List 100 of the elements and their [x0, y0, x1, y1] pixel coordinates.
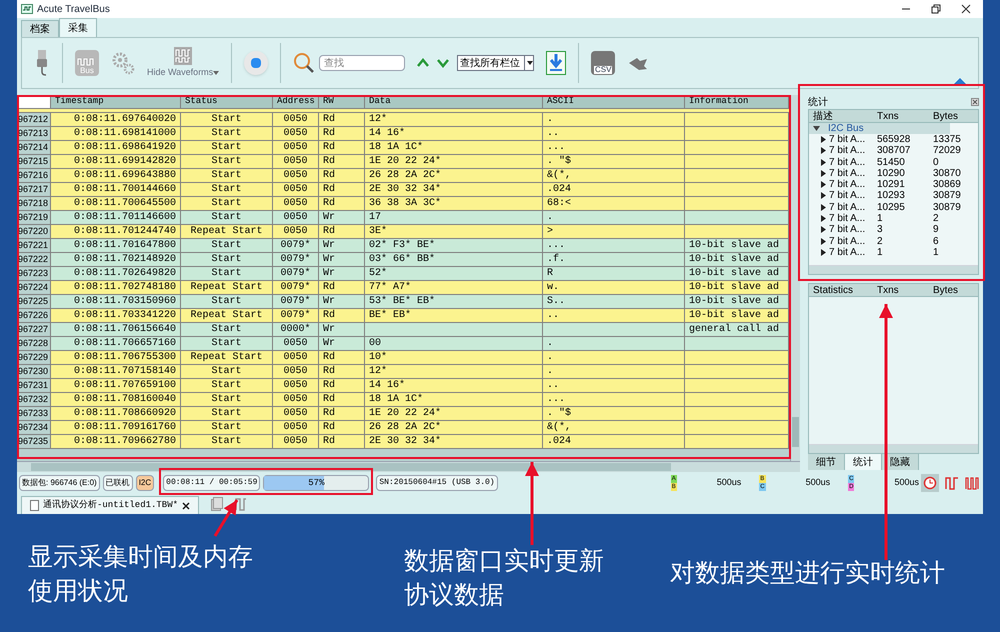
search-icon[interactable] — [293, 52, 316, 74]
restore-icon[interactable] — [931, 4, 941, 14]
column-header[interactable]: Bytes — [929, 110, 967, 122]
usb-plug-icon[interactable] — [34, 49, 50, 77]
close-icon[interactable] — [182, 502, 190, 510]
panel-tab[interactable]: 统计 — [845, 454, 882, 470]
table-cell: 0079* — [273, 281, 319, 294]
tree-item[interactable]: 7 bit A... — [829, 202, 873, 214]
table-cell: > — [543, 225, 685, 238]
table-cell: &(*, — [543, 421, 685, 434]
table-cell: 0:08:11.706755300 — [51, 351, 181, 364]
column-header[interactable]: Address — [273, 95, 319, 108]
cursor-interval: 500us — [806, 476, 830, 490]
pulse-icon[interactable] — [945, 476, 959, 490]
clock-icon[interactable] — [921, 474, 939, 492]
document-list-icon[interactable] — [211, 497, 224, 511]
table-cell: 0050 — [273, 155, 319, 168]
row-number: 967230 — [17, 365, 51, 378]
close-icon[interactable] — [961, 4, 971, 14]
table-cell-text: 10295 — [876, 202, 906, 214]
table-cell: 0:08:11.699643880 — [51, 169, 181, 182]
table-cell: 52* — [365, 267, 543, 280]
column-header[interactable]: Bytes — [929, 284, 967, 296]
panel-tab[interactable]: 隐藏 — [882, 454, 919, 470]
table-cell: 10-bit slave ad — [685, 295, 789, 308]
table-cell: 03* 66* BB* — [365, 253, 543, 266]
ribbon-tab[interactable]: 采集 — [59, 18, 97, 37]
tree-item[interactable]: 7 bit A... — [829, 156, 873, 168]
table-cell: Start — [181, 239, 273, 252]
column-header[interactable]: Timestamp — [51, 95, 181, 108]
horizontal-scrollbar[interactable] — [809, 265, 978, 274]
column-header[interactable]: Txns — [873, 284, 929, 296]
table-cell: 0:08:11.697640020 — [51, 113, 181, 126]
column-header[interactable]: Txns — [873, 110, 929, 122]
table-cell: 0050 — [273, 435, 319, 448]
annotation-caption: 数据窗口实时更新协议数据 — [404, 546, 605, 611]
table-cell: . — [543, 337, 685, 350]
column-header[interactable]: Statistics — [809, 284, 873, 296]
table-cell: ... — [543, 239, 685, 252]
table-cell: . — [543, 113, 685, 126]
tree-item[interactable]: 7 bit A... — [829, 224, 873, 236]
table-cell: Start — [181, 365, 273, 378]
collapse-icon[interactable] — [954, 77, 966, 84]
search-scope-dropdown[interactable]: 查找所有栏位 — [457, 55, 534, 71]
serial-number: SN:20150604#15 (USB 3.0) — [376, 475, 498, 491]
table-cell: Rd — [319, 435, 365, 448]
column-header[interactable]: Data — [365, 95, 543, 108]
tree-item[interactable]: I2C Bus — [809, 123, 950, 134]
table-cell: 0079* — [273, 295, 319, 308]
table-cell: Rd — [319, 183, 365, 196]
gears-icon[interactable] — [111, 51, 135, 75]
tree-item[interactable]: 7 bit A... — [829, 246, 873, 258]
row-number: 967229 — [17, 351, 51, 364]
row-number: 967221 — [17, 239, 51, 252]
table-cell: Wr — [319, 253, 365, 266]
table-cell: .f. — [543, 253, 685, 266]
tree-item[interactable]: 7 bit A... — [829, 213, 873, 224]
tree-item[interactable]: 7 bit A... — [829, 145, 873, 157]
document-tab[interactable]: 通讯协议分析-untitled1.TBW* — [21, 496, 200, 514]
ribbon-tab[interactable]: 档案 — [21, 20, 59, 37]
table-cell: 0050 — [273, 337, 319, 350]
tree-item[interactable]: 7 bit A... — [829, 168, 873, 180]
table-cell: Start — [181, 337, 273, 350]
table-cell: 0:08:11.706156640 — [51, 323, 181, 336]
panel-tab[interactable]: 细节 — [808, 454, 845, 470]
hide-waveforms-button[interactable]: Hide Waveforms — [147, 46, 220, 80]
tree-item[interactable]: 7 bit A... — [829, 134, 873, 146]
pulse-train-icon[interactable] — [965, 476, 981, 490]
expanded-triangle-icon — [813, 125, 820, 132]
horizontal-scrollbar[interactable] — [809, 444, 978, 453]
column-header[interactable]: 描述 — [809, 110, 873, 122]
horizontal-scrollbar[interactable] — [17, 461, 800, 472]
search-field[interactable]: 查找 — [319, 55, 406, 71]
tree-item[interactable]: 7 bit A... — [829, 190, 873, 202]
table-cell: 0050 — [273, 127, 319, 140]
tree-item[interactable]: 7 bit A... — [829, 179, 873, 190]
column-header[interactable]: ASCII — [543, 95, 685, 108]
tree-item[interactable]: 7 bit A... — [829, 236, 873, 247]
row-number: 967222 — [17, 253, 51, 266]
table-cell: Rd — [319, 421, 365, 434]
table-cell-text: 30879 — [932, 190, 962, 202]
table-cell: 0079* — [273, 267, 319, 280]
document-icon — [30, 500, 39, 511]
row-number: 967231 — [17, 379, 51, 392]
row-number: 967216 — [17, 169, 51, 182]
waveform-icon[interactable] — [235, 497, 248, 511]
panel-title: 统计 — [808, 96, 828, 110]
table-cell: 53* BE* EB* — [365, 295, 543, 308]
window-title: Acute TravelBus — [37, 2, 110, 16]
cursor-interval: 500us — [716, 476, 742, 490]
table-cell: R — [543, 267, 685, 280]
column-header[interactable]: RW — [319, 95, 365, 108]
download-icon[interactable] — [546, 51, 566, 75]
table-cell: 26 28 2A 2C* — [365, 169, 543, 182]
stop-button[interactable] — [244, 51, 268, 75]
column-header[interactable]: Status — [181, 95, 273, 108]
column-header[interactable]: Information — [685, 95, 789, 108]
table-cell: 0000* — [273, 323, 319, 336]
table-cell: Wr — [319, 211, 365, 224]
table-cell: Rd — [319, 141, 365, 154]
